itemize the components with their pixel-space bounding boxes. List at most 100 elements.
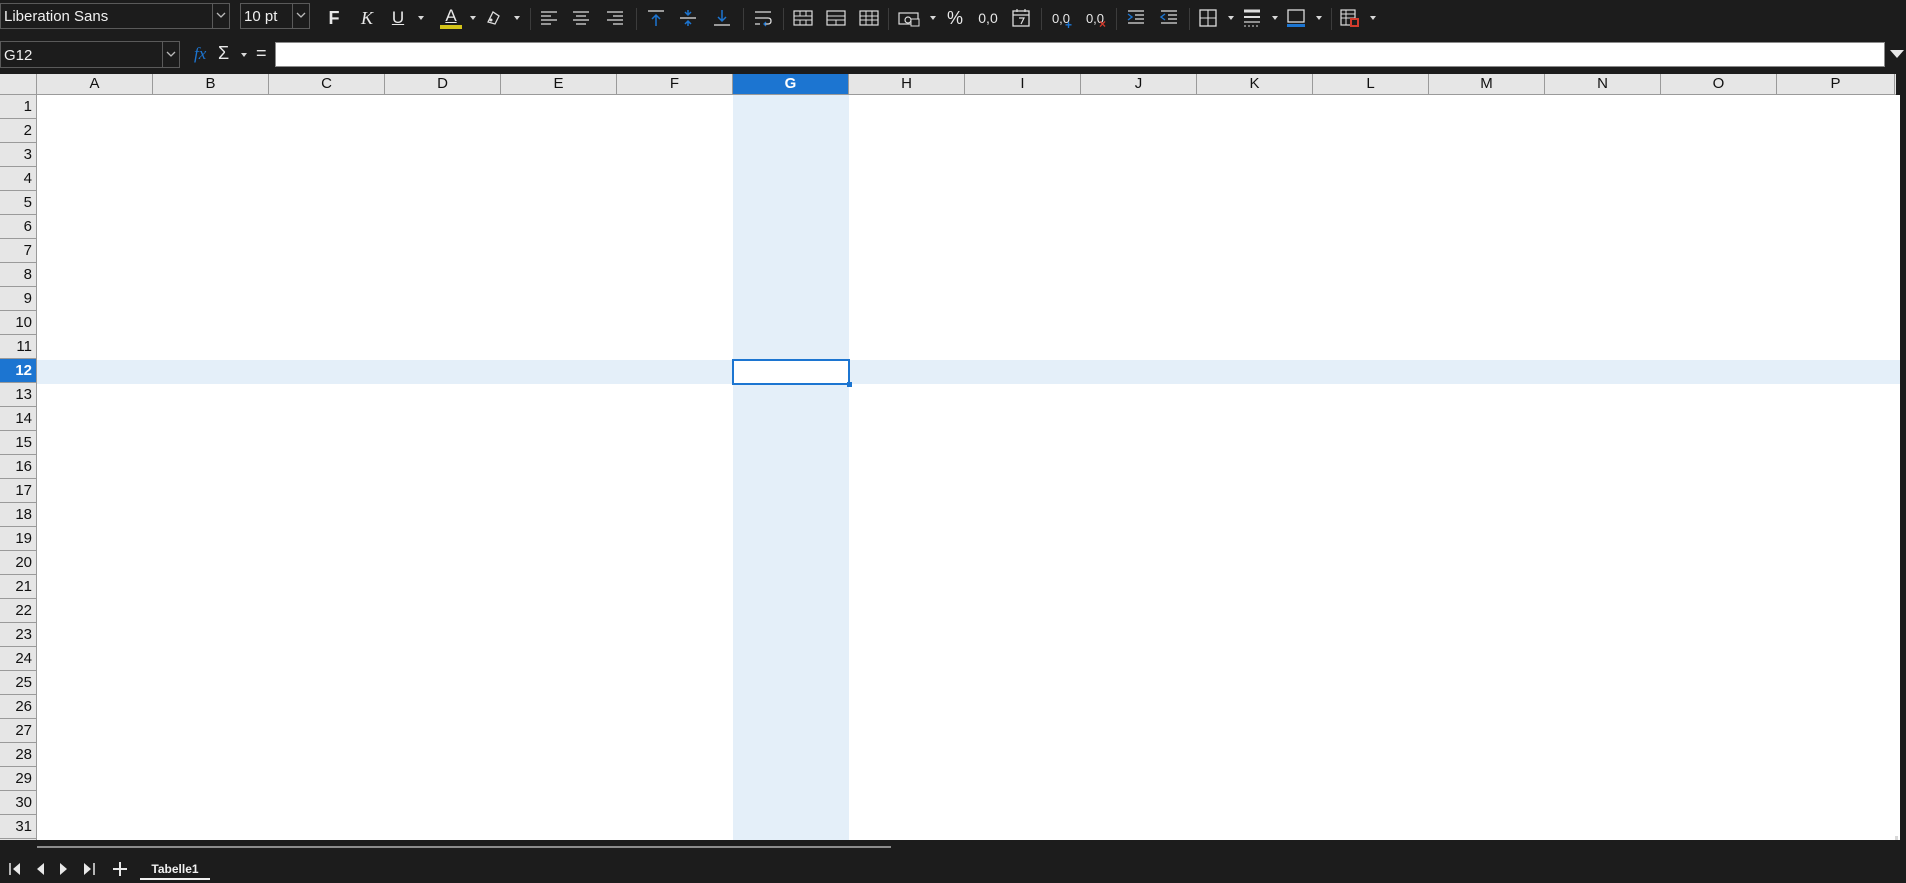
name-box-dropdown-button[interactable]	[162, 42, 179, 67]
currency-dropdown-arrow[interactable]	[930, 16, 936, 20]
font-name-combo[interactable]: Liberation Sans	[0, 3, 230, 29]
column-header-c[interactable]: C	[269, 74, 385, 94]
border-color-button[interactable]	[1282, 4, 1310, 32]
row-header-14[interactable]: 14	[0, 407, 36, 431]
row-header-21[interactable]: 21	[0, 575, 36, 599]
row-header-1[interactable]: 1	[0, 95, 36, 119]
column-header-a[interactable]: A	[37, 74, 153, 94]
italic-button[interactable]: K	[353, 4, 381, 32]
border-style-button[interactable]	[1238, 4, 1266, 32]
row-header-6[interactable]: 6	[0, 215, 36, 239]
column-header-k[interactable]: K	[1197, 74, 1313, 94]
column-header-i[interactable]: I	[965, 74, 1081, 94]
font-color-button[interactable]: A	[437, 4, 465, 32]
fill-handle[interactable]	[847, 382, 852, 387]
row-header-12[interactable]: 12	[0, 359, 36, 383]
select-all-corner[interactable]	[0, 74, 37, 95]
increase-indent-button[interactable]	[1122, 4, 1150, 32]
font-size-combo[interactable]: 10 pt	[240, 3, 310, 29]
align-bottom-button[interactable]	[708, 4, 736, 32]
column-header-d[interactable]: D	[385, 74, 501, 94]
column-header-o[interactable]: O	[1661, 74, 1777, 94]
last-sheet-button[interactable]	[80, 858, 98, 880]
underline-button[interactable]: U	[384, 4, 412, 32]
align-left-button[interactable]	[535, 4, 563, 32]
wrap-text-button[interactable]	[749, 4, 777, 32]
row-header-16[interactable]: 16	[0, 455, 36, 479]
sum-button[interactable]: Σ	[218, 43, 229, 64]
highlight-dropdown-arrow[interactable]	[514, 16, 520, 20]
add-sheet-button[interactable]	[111, 858, 129, 880]
column-header-e[interactable]: E	[501, 74, 617, 94]
row-header-13[interactable]: 13	[0, 383, 36, 407]
previous-sheet-button[interactable]	[31, 858, 49, 880]
row-header-23[interactable]: 23	[0, 623, 36, 647]
row-header-5[interactable]: 5	[0, 191, 36, 215]
row-header-3[interactable]: 3	[0, 143, 36, 167]
merge-cells-button[interactable]	[822, 4, 850, 32]
cell-grid[interactable]	[37, 95, 1900, 840]
row-header-19[interactable]: 19	[0, 527, 36, 551]
sum-dropdown-arrow[interactable]	[241, 53, 247, 57]
underline-dropdown-arrow[interactable]	[418, 16, 424, 20]
row-header-17[interactable]: 17	[0, 479, 36, 503]
font-color-dropdown-arrow[interactable]	[470, 16, 476, 20]
column-header-l[interactable]: L	[1313, 74, 1429, 94]
row-header-27[interactable]: 27	[0, 719, 36, 743]
align-right-button[interactable]	[601, 4, 629, 32]
row-header-10[interactable]: 10	[0, 311, 36, 335]
font-size-dropdown-button[interactable]	[292, 4, 309, 28]
conditional-format-dropdown-arrow[interactable]	[1370, 16, 1376, 20]
column-header-n[interactable]: N	[1545, 74, 1661, 94]
row-header-4[interactable]: 4	[0, 167, 36, 191]
row-header-24[interactable]: 24	[0, 647, 36, 671]
bold-button[interactable]: F	[320, 4, 348, 32]
row-header-30[interactable]: 30	[0, 791, 36, 815]
add-decimal-place-button[interactable]: 0,0 +	[1047, 4, 1075, 33]
border-style-dropdown-arrow[interactable]	[1272, 16, 1278, 20]
border-color-dropdown-arrow[interactable]	[1316, 16, 1322, 20]
row-header-29[interactable]: 29	[0, 767, 36, 791]
row-header-2[interactable]: 2	[0, 119, 36, 143]
conditional-format-button[interactable]	[1336, 4, 1364, 32]
formula-button[interactable]: =	[256, 43, 267, 64]
next-sheet-button[interactable]	[55, 858, 73, 880]
decrease-indent-button[interactable]	[1155, 4, 1183, 32]
column-header-b[interactable]: B	[153, 74, 269, 94]
column-header-p[interactable]: P	[1777, 74, 1895, 94]
number-format-button[interactable]: 0,0	[974, 4, 1002, 32]
first-sheet-button[interactable]	[6, 858, 24, 880]
row-header-22[interactable]: 22	[0, 599, 36, 623]
row-header-25[interactable]: 25	[0, 671, 36, 695]
row-header-9[interactable]: 9	[0, 287, 36, 311]
merge-center-button[interactable]	[789, 4, 817, 32]
currency-format-button[interactable]	[895, 4, 923, 32]
row-header-8[interactable]: 8	[0, 263, 36, 287]
highlight-button[interactable]	[480, 4, 508, 32]
vertical-scrollbar-track[interactable]	[1900, 74, 1906, 840]
column-header-f[interactable]: F	[617, 74, 733, 94]
column-header-m[interactable]: M	[1429, 74, 1545, 94]
center-vertically-button[interactable]	[674, 4, 702, 32]
row-header-7[interactable]: 7	[0, 239, 36, 263]
expand-formula-bar-button[interactable]	[1890, 50, 1904, 58]
row-header-18[interactable]: 18	[0, 503, 36, 527]
column-header-j[interactable]: J	[1081, 74, 1197, 94]
formula-input[interactable]	[275, 42, 1885, 67]
row-header-31[interactable]: 31	[0, 815, 36, 839]
active-cell[interactable]	[732, 359, 850, 385]
font-name-dropdown-button[interactable]	[212, 4, 229, 28]
borders-dropdown-arrow[interactable]	[1228, 16, 1234, 20]
row-header-11[interactable]: 11	[0, 335, 36, 359]
function-wizard-button[interactable]: fx	[194, 44, 206, 64]
borders-button[interactable]	[1194, 4, 1222, 32]
column-header-g[interactable]: G	[733, 74, 849, 94]
row-header-20[interactable]: 20	[0, 551, 36, 575]
name-box[interactable]: G12	[0, 41, 180, 68]
sheet-tab-tabelle1[interactable]: Tabelle1	[140, 859, 210, 880]
align-top-button[interactable]	[642, 4, 670, 32]
column-header-h[interactable]: H	[849, 74, 965, 94]
align-center-button[interactable]	[567, 4, 595, 32]
row-header-26[interactable]: 26	[0, 695, 36, 719]
row-header-28[interactable]: 28	[0, 743, 36, 767]
